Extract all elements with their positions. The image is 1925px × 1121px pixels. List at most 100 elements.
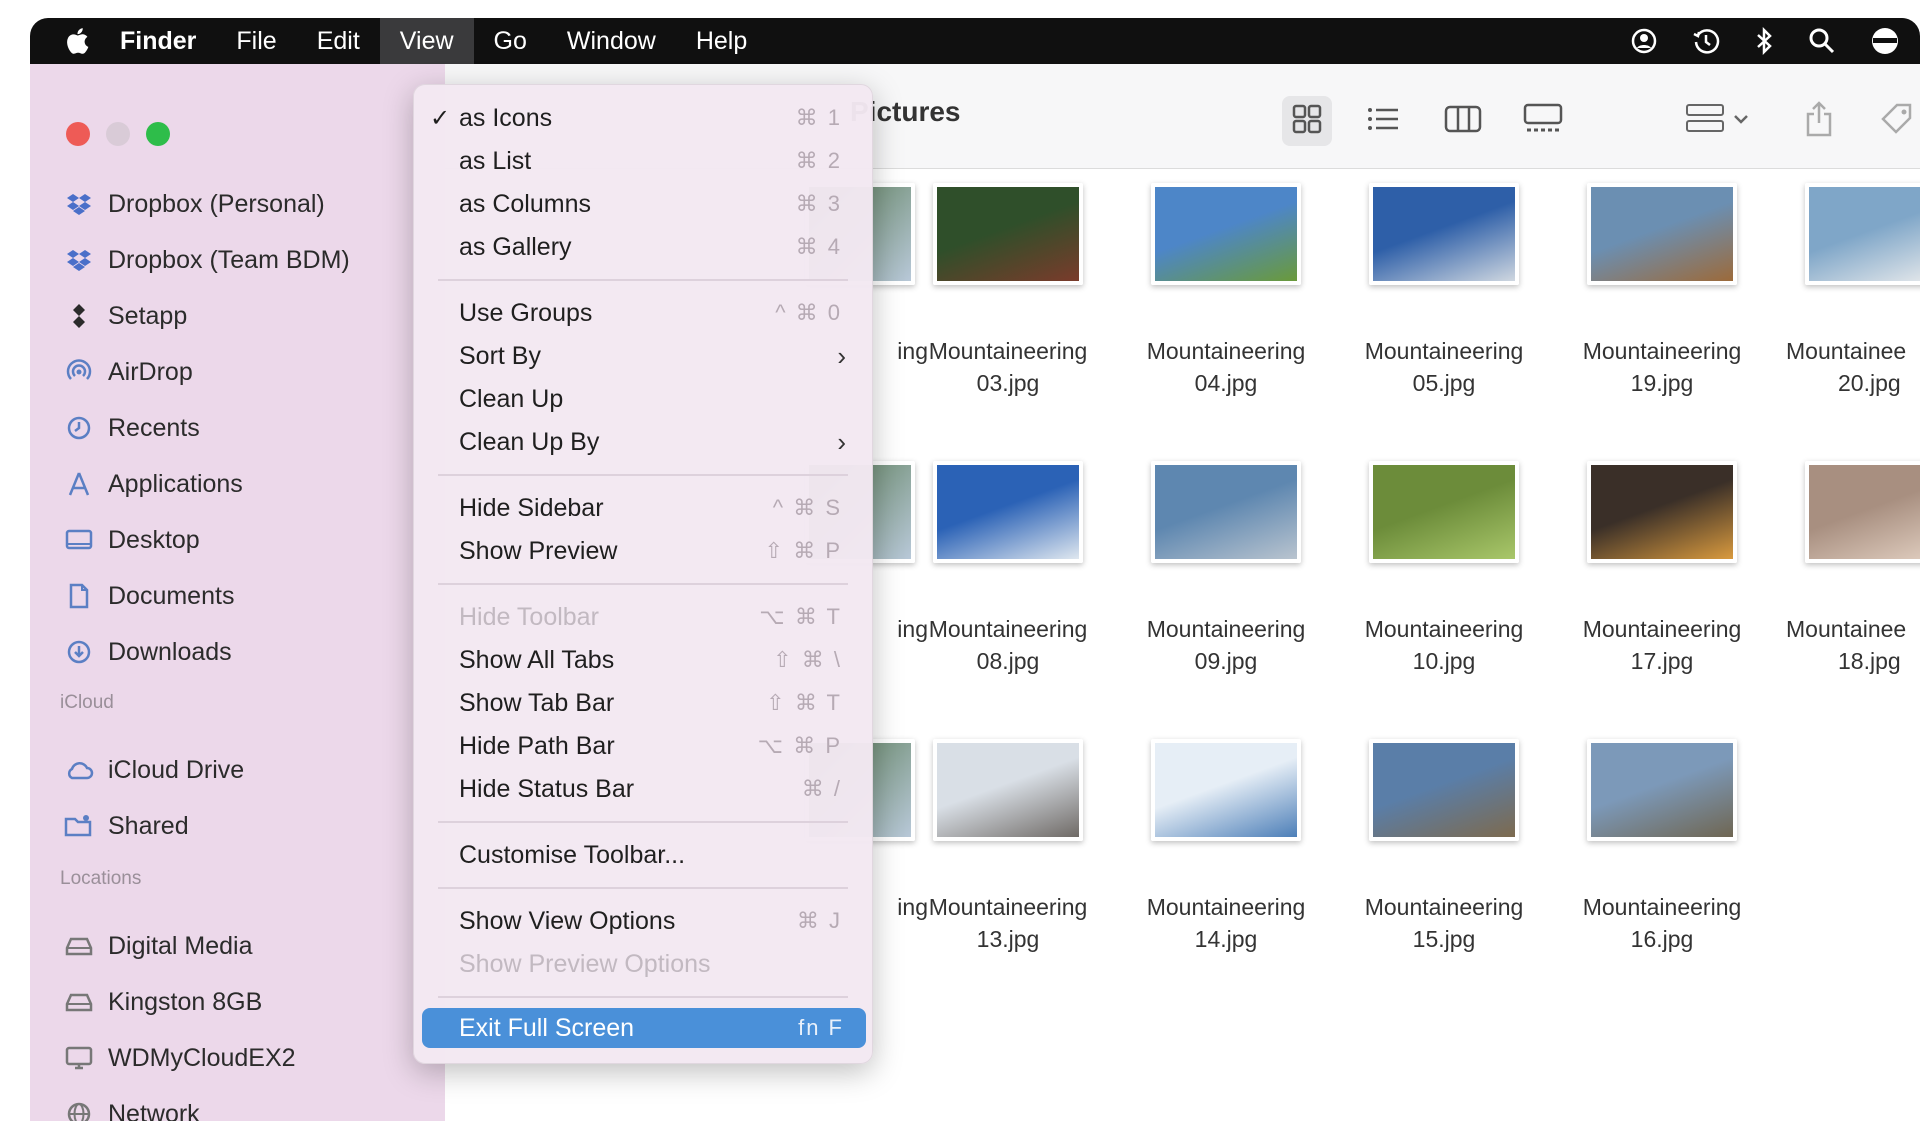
menu-view[interactable]: View [379, 18, 474, 64]
file-extension-line: 20.jpg [1838, 370, 1901, 396]
menu-item-use-groups[interactable]: Use Groups ^ ⌘ 0 [414, 293, 872, 333]
menu-item-show-preview[interactable]: Show Preview ⇧ ⌘ P [414, 531, 872, 571]
file-item[interactable]: Mountainee 18.jpg [1780, 461, 1920, 677]
menu-item-as-icons[interactable]: ✓ as Icons ⌘ 1 [414, 98, 872, 138]
sidebar-item-recents[interactable]: Recents [64, 408, 200, 448]
sidebar-item-downloads[interactable]: Downloads [64, 632, 232, 672]
file-item[interactable]: Mountaineering 17.jpg [1562, 461, 1762, 677]
sidebar-item-shared[interactable]: Shared [64, 806, 189, 846]
file-thumbnail [1805, 183, 1920, 285]
menu-item-as-list[interactable]: as List ⌘ 2 [414, 141, 872, 181]
menu-item-sort-by[interactable]: Sort By › [414, 336, 872, 376]
file-item[interactable]: Mountaineering 05.jpg [1344, 183, 1544, 399]
bluetooth-icon[interactable] [1754, 27, 1774, 55]
sidebar-item-network[interactable]: Network [64, 1094, 200, 1121]
sidebar-item-setapp[interactable]: Setapp [64, 296, 187, 336]
file-item[interactable]: Mountaineering 19.jpg [1562, 183, 1762, 399]
menu-help[interactable]: Help [676, 18, 767, 64]
file-item[interactable]: Mountainee 20.jpg [1780, 183, 1920, 399]
sidebar-item-dropbox-personal[interactable]: Dropbox (Personal) [64, 184, 325, 224]
menu-item-hide-sidebar[interactable]: Hide Sidebar ^ ⌘ S [414, 488, 872, 528]
sidebar-item-dropbox-team[interactable]: Dropbox (Team BDM) [64, 240, 350, 280]
sidebar-item-label: Kingston 8GB [108, 987, 263, 1016]
time-machine-icon[interactable] [1692, 27, 1720, 55]
menu-finder[interactable]: Finder [100, 18, 216, 64]
gallery-view-icon [1523, 103, 1563, 140]
file-extension-line: 08.jpg [976, 648, 1040, 674]
sidebar-item-label: Recents [108, 413, 200, 442]
file-item[interactable]: Mountaineering 08.jpg [908, 461, 1108, 677]
sidebar-item-label: AirDrop [108, 357, 193, 386]
sidebar-heading-locations: Locations [60, 868, 142, 889]
close-button[interactable] [66, 122, 90, 146]
menu-window[interactable]: Window [547, 18, 676, 64]
share-button[interactable] [1794, 96, 1844, 146]
download-icon [64, 637, 94, 667]
icon-view-button[interactable] [1282, 96, 1332, 146]
document-icon [64, 581, 94, 611]
sidebar-item-kingston[interactable]: Kingston 8GB [64, 982, 262, 1022]
file-item[interactable]: Mountaineering 15.jpg [1344, 739, 1544, 955]
menu-go[interactable]: Go [474, 18, 547, 64]
menu-item-as-columns[interactable]: as Columns ⌘ 3 [414, 184, 872, 224]
file-item[interactable]: Mountaineering 14.jpg [1126, 739, 1326, 955]
drive-icon [64, 931, 94, 961]
menu-separator [438, 821, 848, 823]
airdrop-icon [64, 357, 94, 387]
control-center-icon[interactable] [1870, 26, 1900, 56]
menu-item-clean-up-by[interactable]: Clean Up By › [414, 422, 872, 462]
file-item[interactable]: Mountaineering 16.jpg [1562, 739, 1762, 955]
file-name: Mountaineering [928, 894, 1088, 920]
zoom-button[interactable] [146, 122, 170, 146]
menu-item-customise-toolbar[interactable]: Customise Toolbar... [414, 835, 872, 875]
menu-item-show-all-tabs[interactable]: Show All Tabs ⇧ ⌘ \ [414, 640, 872, 680]
desktop-icon [64, 525, 94, 555]
menu-item-as-gallery[interactable]: as Gallery ⌘ 4 [414, 227, 872, 267]
group-icon [1685, 103, 1755, 140]
sidebar-item-label: Downloads [108, 637, 232, 666]
file-name: Mountaineering [1146, 338, 1306, 364]
file-thumbnail [933, 183, 1083, 285]
column-view-button[interactable] [1438, 96, 1488, 146]
file-thumbnail [1151, 739, 1301, 841]
sidebar-item-digital-media[interactable]: Digital Media [64, 926, 253, 966]
search-icon[interactable] [1808, 27, 1836, 55]
file-name: Mountaineering [928, 616, 1088, 642]
sidebar: Dropbox (Personal) Dropbox (Team BDM) Se… [30, 64, 445, 1121]
menu-item-show-view-options[interactable]: Show View Options ⌘ J [414, 901, 872, 941]
file-item[interactable]: Mountaineering 04.jpg [1126, 183, 1326, 399]
file-extension-line: 19.jpg [1630, 370, 1694, 396]
file-name: Mountaineering [928, 338, 1088, 364]
menu-item-show-tab-bar[interactable]: Show Tab Bar ⇧ ⌘ T [414, 683, 872, 723]
sidebar-item-wdmycloud[interactable]: WDMyCloudEX2 [64, 1038, 296, 1078]
tag-button[interactable] [1872, 96, 1920, 146]
file-item[interactable]: Mountaineering 03.jpg [908, 183, 1108, 399]
menu-item-exit-full-screen[interactable]: Exit Full Screen fn F [422, 1008, 866, 1048]
menu-file[interactable]: File [216, 18, 296, 64]
menu-edit[interactable]: Edit [297, 18, 380, 64]
display-icon [64, 1043, 94, 1073]
sidebar-item-documents[interactable]: Documents [64, 576, 234, 616]
file-item[interactable]: Mountaineering 10.jpg [1344, 461, 1544, 677]
apple-logo-icon[interactable] [54, 18, 100, 64]
sidebar-item-label: Dropbox (Team BDM) [108, 245, 350, 274]
list-view-button[interactable] [1358, 96, 1408, 146]
menu-item-clean-up[interactable]: Clean Up [414, 379, 872, 419]
menu-separator [438, 279, 848, 281]
file-thumbnail [1587, 739, 1737, 841]
drive-icon [64, 987, 94, 1017]
file-thumbnail [1369, 183, 1519, 285]
sidebar-item-icloud-drive[interactable]: iCloud Drive [64, 750, 244, 790]
sidebar-item-airdrop[interactable]: AirDrop [64, 352, 193, 392]
gallery-view-button[interactable] [1518, 96, 1568, 146]
user-icon[interactable] [1630, 27, 1658, 55]
menu-item-hide-path-bar[interactable]: Hide Path Bar ⌥ ⌘ P [414, 726, 872, 766]
menu-item-hide-status-bar[interactable]: Hide Status Bar ⌘ / [414, 769, 872, 809]
sidebar-item-desktop[interactable]: Desktop [64, 520, 200, 560]
file-item[interactable]: Mountaineering 09.jpg [1126, 461, 1326, 677]
minimize-button[interactable] [106, 122, 130, 146]
group-button[interactable] [1680, 96, 1760, 146]
file-thumbnail [1369, 739, 1519, 841]
sidebar-item-applications[interactable]: Applications [64, 464, 243, 504]
file-item[interactable]: Mountaineering 13.jpg [908, 739, 1108, 955]
